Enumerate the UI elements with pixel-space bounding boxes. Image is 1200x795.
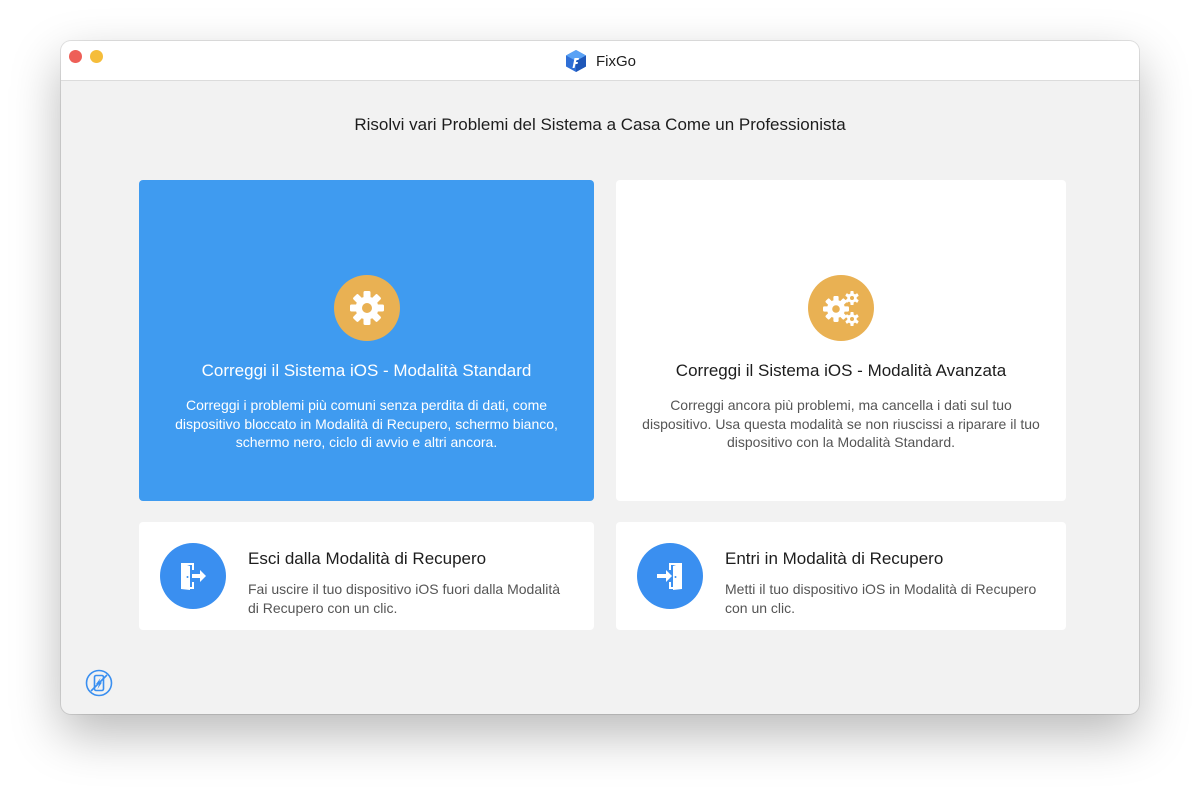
enter-recovery-card[interactable]: Entri in Modalità di Recupero Metti il t… bbox=[616, 522, 1066, 630]
advanced-mode-title: Correggi il Sistema iOS - Modalità Avanz… bbox=[675, 361, 1007, 380]
app-title-group: FixGo bbox=[61, 49, 1139, 73]
app-title: FixGo bbox=[595, 52, 636, 70]
fixgo-logo-icon bbox=[565, 50, 586, 72]
app-window: FixGo Risolvi vari Problemi del Sistema … bbox=[61, 41, 1139, 714]
exit-recovery-description: Fai uscire il tuo dispositivo iOS fuori … bbox=[248, 581, 561, 616]
title-bar: FixGo bbox=[61, 41, 1139, 81]
page-heading: Risolvi vari Problemi del Sistema a Casa… bbox=[354, 115, 846, 134]
exit-door-icon bbox=[160, 543, 226, 609]
advanced-mode-description: Correggi ancora più problemi, ma cancell… bbox=[642, 397, 1040, 450]
enter-recovery-description: Metti il tuo dispositivo iOS in Modalità… bbox=[725, 581, 1037, 616]
exit-recovery-title: Esci dalla Modalità di Recupero bbox=[248, 549, 487, 568]
device-repair-icon[interactable] bbox=[85, 669, 113, 697]
exit-recovery-card[interactable]: Esci dalla Modalità di Recupero Fai usci… bbox=[139, 522, 594, 630]
advanced-mode-card[interactable]: Correggi il Sistema iOS - Modalità Avanz… bbox=[616, 180, 1066, 501]
enter-recovery-title: Entri in Modalità di Recupero bbox=[725, 549, 944, 568]
gears-icon bbox=[808, 275, 874, 341]
standard-mode-card[interactable]: Correggi il Sistema iOS - Modalità Stand… bbox=[139, 180, 594, 501]
gear-icon bbox=[333, 275, 400, 341]
enter-door-icon bbox=[637, 543, 703, 609]
standard-mode-title: Correggi il Sistema iOS - Modalità Stand… bbox=[201, 361, 532, 380]
standard-mode-description: Correggi i problemi più comuni senza per… bbox=[175, 397, 558, 450]
